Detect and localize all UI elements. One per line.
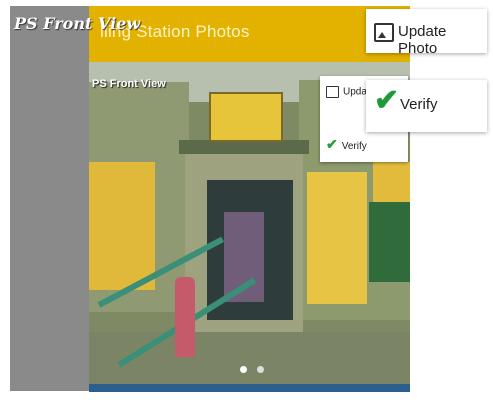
- photo-roof: [179, 140, 309, 154]
- mini-verify-label: Verify: [341, 141, 367, 152]
- photo-signboard-right-small: [373, 162, 410, 202]
- carousel-dot-active[interactable]: [240, 366, 247, 373]
- photo-signboard-left: [89, 162, 155, 290]
- verify-button[interactable]: ✔ Verify: [366, 80, 487, 132]
- mini-update-photo-item[interactable]: Upda: [326, 86, 367, 98]
- mini-verify-item[interactable]: ✔ Verify: [326, 136, 367, 153]
- mini-update-label: Upda: [343, 86, 367, 98]
- photo-signboard-top: [209, 92, 283, 142]
- section-heading: PS Front View: [14, 14, 141, 33]
- checkmark-icon: ✔: [326, 136, 338, 152]
- update-photo-label: Update Photo: [398, 23, 447, 57]
- update-photo-button[interactable]: Update Photo: [366, 9, 487, 57]
- image-icon: [326, 86, 339, 98]
- checkmark-icon: ✔: [374, 84, 400, 117]
- verify-label: Verify: [400, 96, 438, 113]
- photo-caption: PS Front View: [92, 78, 166, 90]
- photo-bottom-strip: [89, 384, 410, 392]
- photo-signboard-right: [307, 172, 367, 304]
- carousel-dot[interactable]: [257, 366, 265, 373]
- photo-person: [175, 277, 195, 357]
- carousel-indicator: [240, 360, 270, 378]
- image-icon: [374, 23, 394, 42]
- photo-green-panel: [369, 202, 410, 282]
